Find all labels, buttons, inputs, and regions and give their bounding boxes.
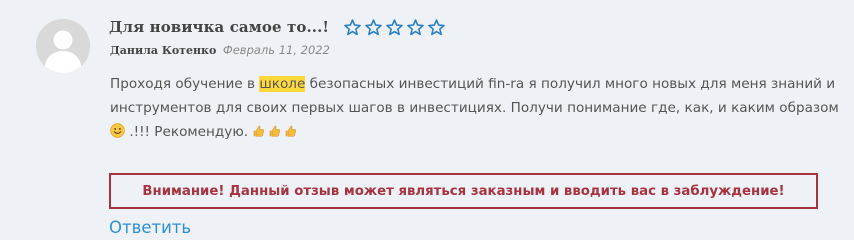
review-date: Февраль 11, 2022 <box>222 43 330 57</box>
review-title: Для новичка самое то...! <box>109 18 330 36</box>
reply-link[interactable]: Ответить <box>109 217 191 239</box>
review-body-line-3: .!!! Рекомендую. <box>110 120 830 144</box>
review-meta: Данила Котенко Февраль 11, 2022 <box>110 43 330 58</box>
warning-text: Внимание! Данный отзыв может являться за… <box>142 183 785 199</box>
thumbs-up-icon <box>286 125 297 137</box>
review-body-line-2: инструментов для своих первых шагов в ин… <box>110 100 839 116</box>
review-body-line-1: Проходя обучение в школе безопасных инве… <box>110 76 836 92</box>
smiley-emoji-icon <box>110 123 125 138</box>
review-header: Для новичка самое то...! <box>109 15 446 39</box>
thumbs-up-icon <box>270 125 281 137</box>
warning-banner: Внимание! Данный отзыв может являться за… <box>109 173 818 209</box>
avatar <box>36 19 90 73</box>
star-icon[interactable] <box>364 18 383 37</box>
user-placeholder-icon <box>36 19 90 73</box>
thumbs-group <box>252 124 300 140</box>
star-icon[interactable] <box>427 18 446 37</box>
star-icon[interactable] <box>343 18 362 37</box>
rating-stars <box>343 18 446 37</box>
highlighted-keyword-link[interactable]: школе <box>259 76 306 92</box>
star-icon[interactable] <box>406 18 425 37</box>
thumbs-up-icon <box>254 125 265 137</box>
author-name: Данила Котенко <box>110 44 217 57</box>
star-icon[interactable] <box>385 18 404 37</box>
review-body: Проходя обучение в школе безопасных инве… <box>110 72 839 144</box>
